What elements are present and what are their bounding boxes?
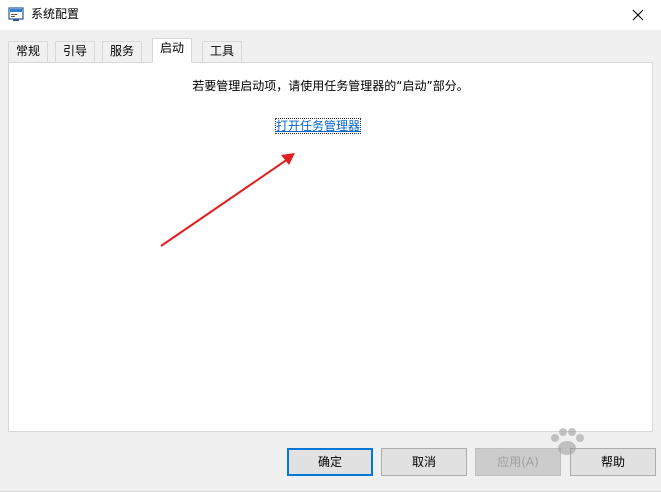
window-title: 系统配置 [31, 7, 80, 21]
apply-button[interactable]: 应用(A) [475, 448, 561, 476]
msconfig-icon [8, 6, 24, 22]
title-bar[interactable]: 系统配置 [0, 0, 661, 30]
startup-panel: 若要管理启动项，请使用任务管理器的“启动”部分。 打开任务管理器 [8, 62, 653, 432]
close-icon [632, 9, 644, 21]
tab-tools[interactable]: 工具 [202, 41, 243, 62]
help-button[interactable]: 帮助 [570, 448, 656, 476]
cancel-button[interactable]: 取消 [381, 448, 467, 476]
tab-services[interactable]: 服务 [102, 41, 143, 62]
tab-strip: 常规 引导 服务 启动 工具 [8, 38, 653, 63]
tab-startup[interactable]: 启动 [152, 38, 193, 63]
startup-message: 若要管理启动项，请使用任务管理器的“启动”部分。 [192, 79, 469, 93]
open-task-manager-link[interactable]: 打开任务管理器 [274, 118, 362, 134]
tab-boot[interactable]: 引导 [55, 41, 96, 62]
close-button[interactable] [615, 0, 661, 30]
system-config-window: 系统配置 常规 引导 服务 启动 工具 若要管理启动项，请使用任务管理器的“启动… [0, 0, 661, 492]
tab-general[interactable]: 常规 [8, 41, 49, 62]
ok-button[interactable]: 确定 [287, 448, 373, 476]
dialog-buttons: 确定 取消 应用(A) 帮助 [0, 448, 661, 478]
